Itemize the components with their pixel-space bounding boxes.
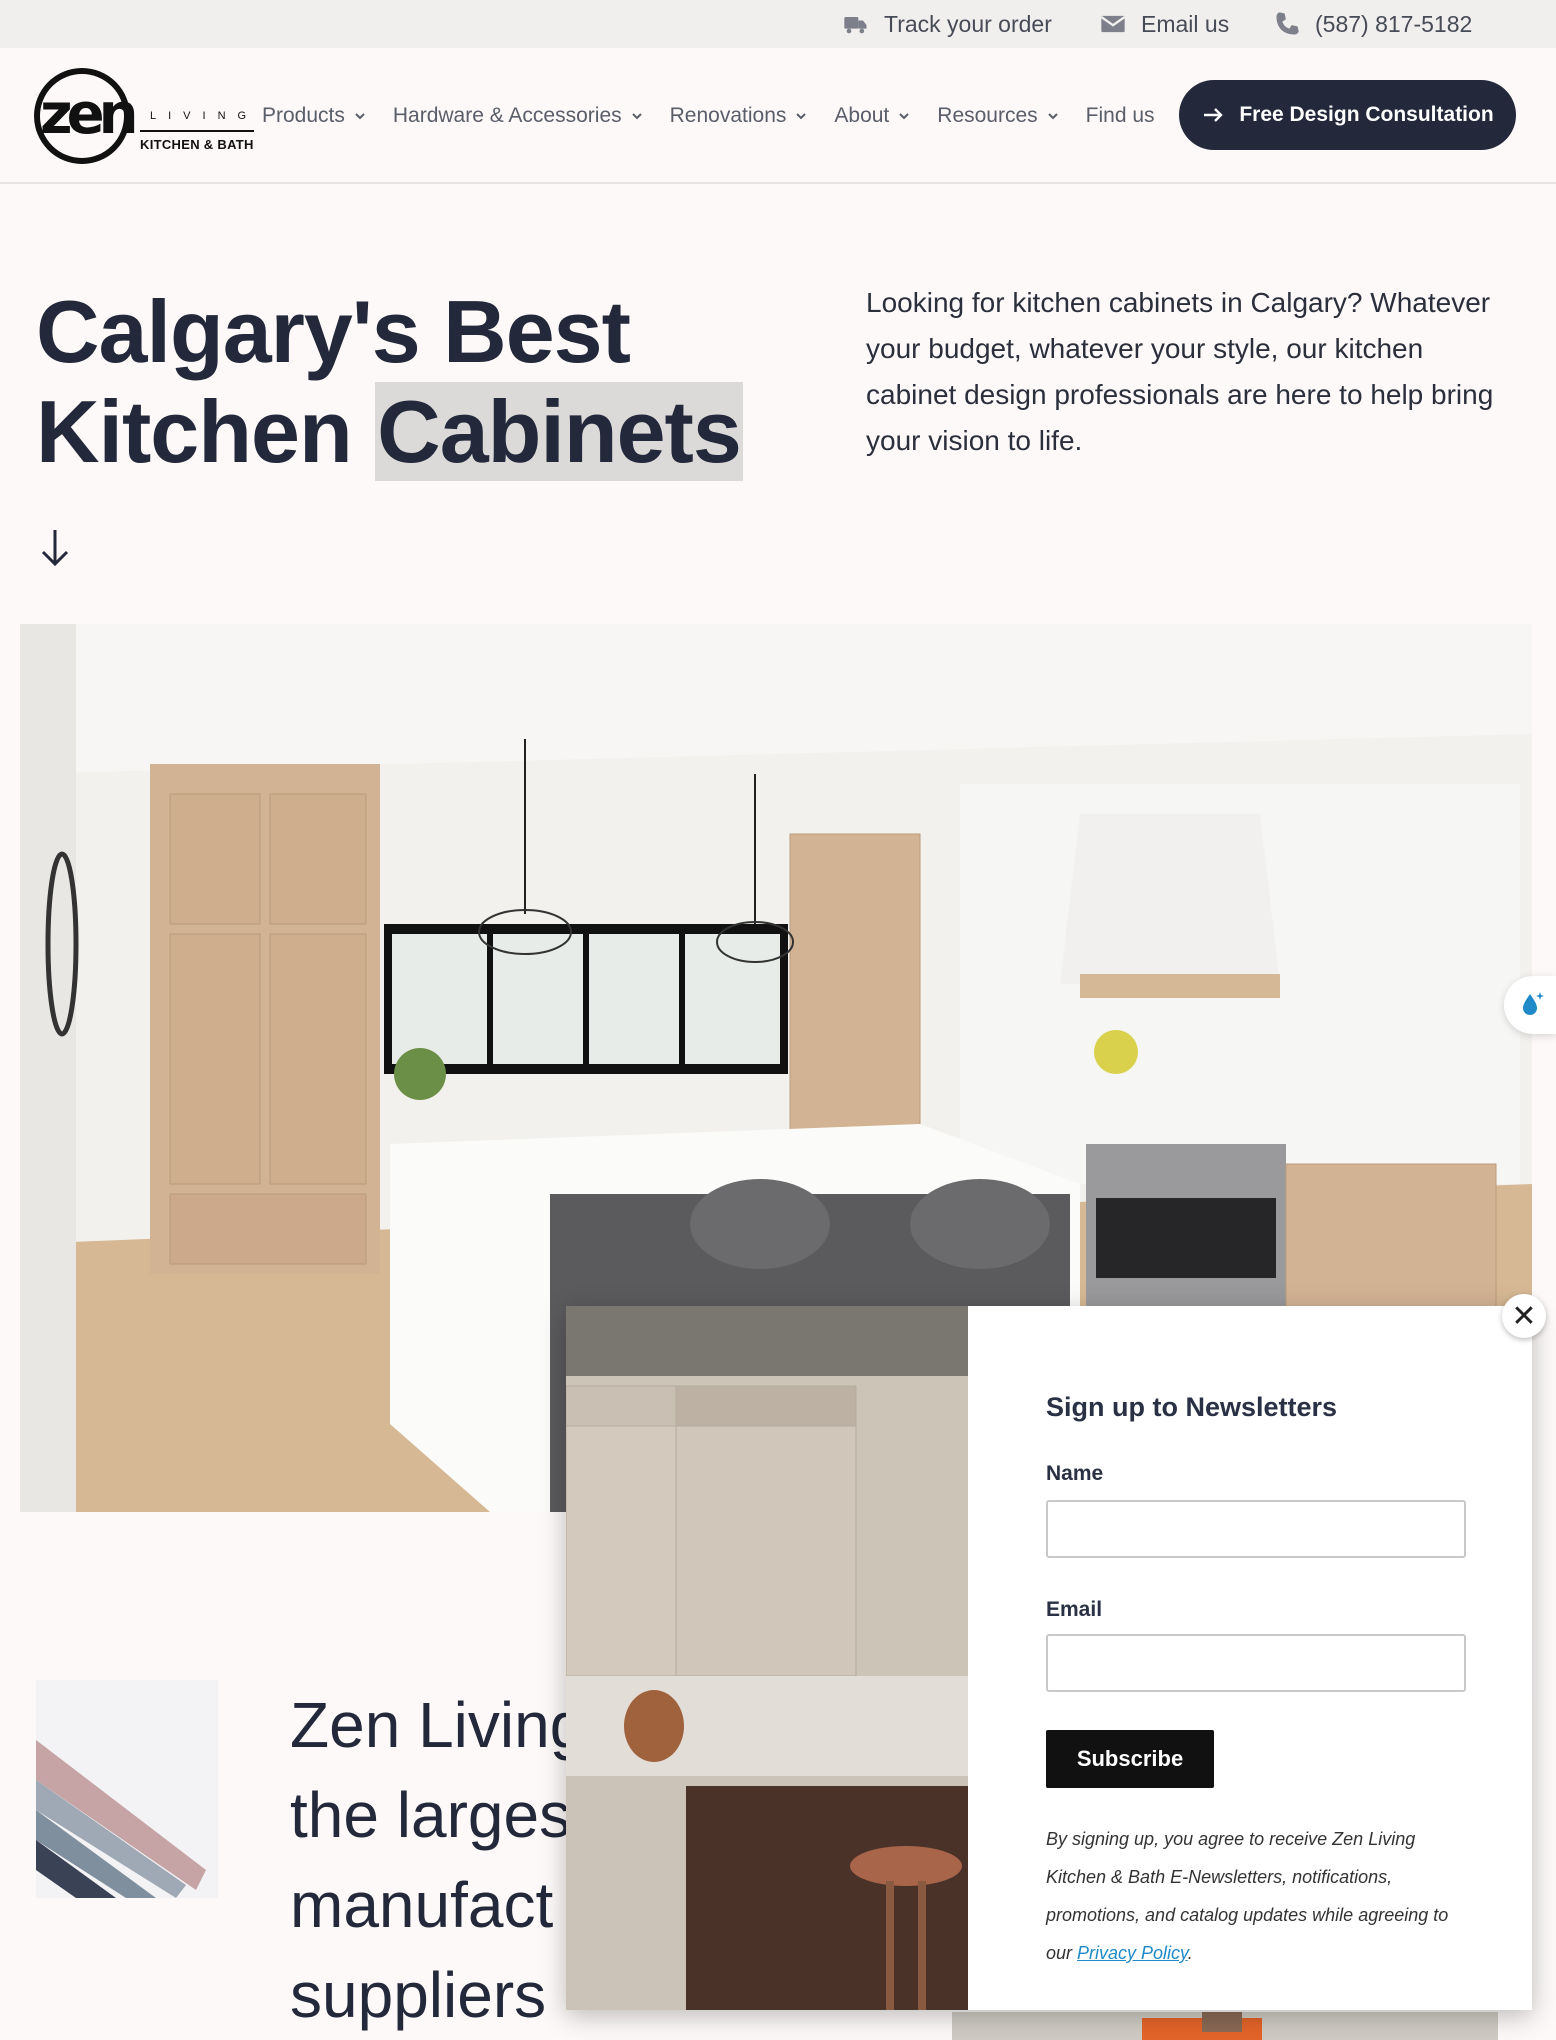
popup-kitchen-image bbox=[566, 1306, 968, 2010]
email-link[interactable]: Email us bbox=[1099, 0, 1229, 48]
section-heading-line3: manufact bbox=[290, 1869, 554, 1941]
truck-icon bbox=[844, 17, 867, 34]
chevron-down-icon bbox=[631, 113, 642, 120]
track-order-link[interactable]: Track your order bbox=[842, 0, 1052, 48]
section-heading-line1: Zen Living bbox=[290, 1689, 586, 1761]
chevron-down-icon bbox=[1047, 113, 1058, 120]
chevron-down-icon bbox=[355, 113, 365, 120]
section-heading-line4: suppliers bbox=[290, 1959, 547, 2031]
privacy-policy-link[interactable]: Privacy Policy bbox=[1077, 1943, 1188, 1963]
newsletter-disclaimer: By signing up, you agree to receive Zen … bbox=[1046, 1820, 1476, 1972]
cta-label: Free Design Consultation bbox=[1239, 103, 1494, 126]
newsletter-title: Sign up to Newsletters bbox=[1046, 1392, 1338, 1422]
close-icon: ✕ bbox=[1511, 1299, 1537, 1333]
nav-find-us-label: Find us bbox=[1085, 104, 1155, 127]
nav-about-label: About bbox=[834, 104, 890, 127]
phone-icon bbox=[1276, 12, 1299, 35]
nav-find-us[interactable]: Find us bbox=[1086, 104, 1155, 128]
phone-number: (587) 817-5182 bbox=[1315, 10, 1473, 37]
track-order-label: Track your order bbox=[884, 10, 1052, 37]
nav-hardware-label: Hardware & Accessories bbox=[392, 104, 622, 127]
color-swatch-fan-image bbox=[36, 1680, 218, 1898]
popup-kitchen-illustration bbox=[566, 1306, 968, 2010]
main-nav: Products Hardware & Accessories Renovati… bbox=[262, 48, 1181, 184]
subscribe-button[interactable]: Subscribe bbox=[1046, 1730, 1214, 1788]
hero-title: Calgary's Best Kitchen Cabinets bbox=[36, 282, 743, 482]
zen-living-logo[interactable]: zen LIVING KITCHEN & BATH bbox=[34, 66, 256, 166]
email-input[interactable] bbox=[1046, 1634, 1466, 1692]
name-label: Name bbox=[1046, 1462, 1104, 1485]
email-label: Email us bbox=[1141, 10, 1230, 37]
logo-divider bbox=[140, 130, 254, 132]
free-design-consultation-button[interactable]: Free Design Consultation bbox=[1179, 80, 1516, 150]
top-utility-bar: Track your order Email us (587) 817-5182 bbox=[0, 0, 1556, 48]
arrow-down-icon[interactable] bbox=[38, 528, 72, 568]
workers-photo bbox=[952, 2012, 1498, 2040]
phone-link[interactable]: (587) 817-5182 bbox=[1273, 0, 1472, 48]
accessibility-widget-button[interactable] bbox=[1504, 976, 1556, 1034]
hero-title-line2: Kitchen bbox=[36, 382, 376, 481]
envelope-icon bbox=[1100, 15, 1126, 33]
nav-about[interactable]: About bbox=[834, 104, 911, 128]
email-label: Email bbox=[1046, 1598, 1103, 1621]
chevron-down-icon bbox=[796, 113, 807, 120]
water-drop-icon bbox=[1523, 992, 1544, 1015]
nav-products[interactable]: Products bbox=[262, 104, 367, 128]
section-heading-line2: the larges bbox=[290, 1779, 572, 1851]
logo-living-text: LIVING bbox=[150, 110, 259, 122]
swatch-illustration bbox=[36, 1680, 218, 1898]
logo-subtitle: KITCHEN & BATH bbox=[140, 137, 254, 152]
logo-mark: zen bbox=[40, 82, 138, 147]
chevron-down-icon bbox=[899, 113, 909, 120]
name-input[interactable] bbox=[1046, 1500, 1466, 1558]
main-header: zen LIVING KITCHEN & BATH Products Hardw… bbox=[0, 48, 1556, 184]
section-heading: Zen Living the larges manufact suppliers bbox=[290, 1680, 585, 2040]
nav-renovations[interactable]: Renovations bbox=[670, 104, 809, 128]
newsletter-popup: Sign up to Newsletters Name Email Subscr… bbox=[566, 1306, 1532, 2010]
nav-hardware[interactable]: Hardware & Accessories bbox=[393, 104, 644, 128]
nav-renovations-label: Renovations bbox=[669, 104, 787, 127]
nav-resources[interactable]: Resources bbox=[937, 104, 1059, 128]
arrow-right-icon bbox=[1204, 108, 1224, 122]
workers-photo-illustration bbox=[952, 2012, 1498, 2040]
hero-title-highlight: Cabinets bbox=[375, 382, 743, 481]
close-popup-button[interactable]: ✕ bbox=[1502, 1294, 1546, 1338]
hero-description: Looking for kitchen cabinets in Calgary?… bbox=[866, 287, 1494, 456]
disclaimer-end: . bbox=[1187, 1943, 1193, 1963]
nav-products-label: Products bbox=[262, 104, 345, 127]
nav-resources-label: Resources bbox=[937, 104, 1038, 127]
hero-title-line1: Calgary's Best bbox=[36, 282, 631, 381]
